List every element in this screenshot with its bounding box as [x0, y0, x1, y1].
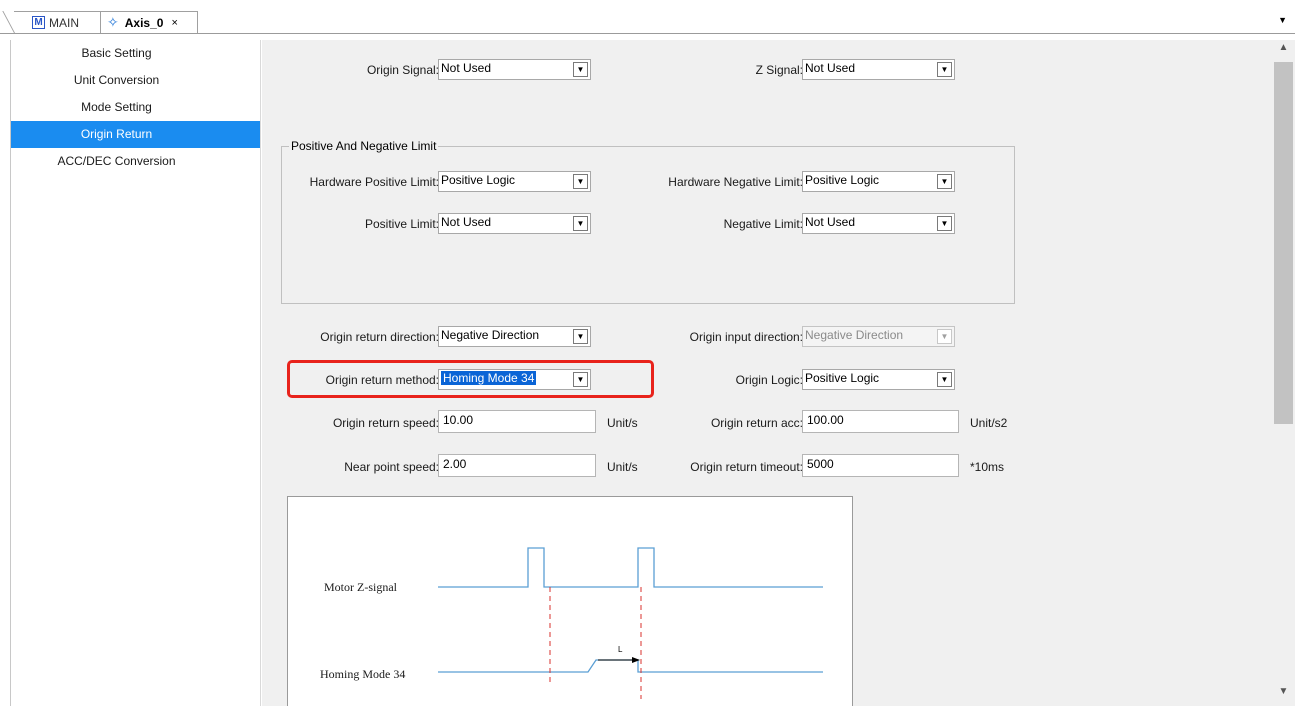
positive-limit-select[interactable]: Not Used ▼ — [438, 213, 591, 234]
dropdown-arrow-icon: ▼ — [573, 174, 588, 189]
near-speed-input[interactable]: 2.00 — [438, 454, 596, 477]
input-direction-value: Negative Direction — [805, 328, 904, 342]
distance-label: L — [618, 645, 623, 654]
tab-edge — [2, 11, 32, 33]
arrowhead-icon — [632, 657, 640, 663]
homing-diagram: Motor Z-signal Homing Mode 34 L — [287, 496, 853, 706]
hw-positive-limit-label: Hardware Positive Limit: — [309, 175, 439, 189]
timeout-input[interactable]: 5000 — [802, 454, 959, 477]
origin-logic-select[interactable]: Positive Logic ▼ — [802, 369, 955, 390]
return-direction-value: Negative Direction — [441, 328, 540, 342]
dropdown-arrow-icon: ▼ — [937, 174, 952, 189]
sidebar-item-basic-setting[interactable]: Basic Setting — [11, 40, 260, 67]
return-acc-input[interactable]: 100.00 — [802, 410, 959, 433]
tab-bar: M MAIN ✧ Axis_0 × ▼ — [0, 0, 1295, 34]
hw-negative-limit-value: Positive Logic — [805, 173, 880, 187]
positive-limit-label: Positive Limit: — [364, 217, 439, 231]
input-direction-select: Negative Direction ▼ — [802, 326, 955, 347]
gear-icon: ✧ — [107, 14, 119, 30]
z-signal-value: Not Used — [805, 61, 856, 75]
return-method-value: Homing Mode 34 — [441, 371, 537, 385]
signal-timing-graphic: L — [438, 547, 823, 699]
origin-signal-value: Not Used — [441, 61, 492, 75]
main-program-icon: M — [32, 16, 45, 29]
return-acc-unit: Unit/s2 — [970, 416, 1008, 430]
timeout-unit: *10ms — [970, 460, 1005, 474]
negative-limit-value: Not Used — [805, 215, 856, 229]
negative-limit-select[interactable]: Not Used ▼ — [802, 213, 955, 234]
sidebar-item-unit-conversion[interactable]: Unit Conversion — [11, 67, 260, 94]
homing-waveform — [438, 659, 823, 673]
return-acc-label: Origin return acc: — [710, 416, 803, 430]
sidebar-item-mode-setting[interactable]: Mode Setting — [11, 94, 260, 121]
return-direction-select[interactable]: Negative Direction ▼ — [438, 326, 591, 347]
dropdown-arrow-icon: ▼ — [573, 216, 588, 231]
dropdown-arrow-icon: ▼ — [937, 372, 952, 387]
hw-positive-limit-select[interactable]: Positive Logic ▼ — [438, 171, 591, 192]
close-icon[interactable]: × — [171, 17, 177, 29]
timeout-label: Origin return timeout: — [690, 460, 803, 474]
return-speed-input[interactable]: 10.00 — [438, 410, 596, 433]
dropdown-arrow-icon: ▼ — [573, 62, 588, 77]
near-speed-label: Near point speed: — [344, 460, 439, 474]
z-signal-waveform — [438, 547, 823, 588]
tab-list-dropdown-icon[interactable]: ▼ — [1278, 15, 1287, 25]
origin-signal-label: Origin Signal: — [366, 63, 439, 77]
return-speed-unit: Unit/s — [607, 416, 638, 430]
z-signal-select[interactable]: Not Used ▼ — [802, 59, 955, 80]
return-direction-label: Origin return direction: — [320, 330, 439, 344]
origin-logic-value: Positive Logic — [805, 371, 880, 385]
settings-panel: Origin Signal: Not Used ▼ Z Signal: Not … — [262, 40, 1272, 706]
return-speed-label: Origin return speed: — [332, 416, 439, 430]
input-direction-label: Origin input direction: — [689, 330, 803, 344]
return-method-label: Origin return method: — [325, 373, 439, 387]
origin-logic-label: Origin Logic: — [735, 373, 803, 387]
hw-negative-limit-label: Hardware Negative Limit: — [668, 175, 803, 189]
limit-group-title: Positive And Negative Limit — [289, 139, 439, 153]
tab-axis[interactable]: ✧ Axis_0 × — [100, 11, 198, 33]
dropdown-arrow-icon: ▼ — [573, 329, 588, 344]
vertical-scrollbar[interactable]: ▲ ▼ — [1272, 40, 1295, 706]
negative-limit-label: Negative Limit: — [723, 217, 803, 231]
scroll-down-icon[interactable]: ▼ — [1272, 686, 1295, 704]
dropdown-arrow-icon: ▼ — [573, 372, 588, 387]
sidebar-item-acc-dec-conversion[interactable]: ACC/DEC Conversion — [11, 148, 260, 175]
near-speed-unit: Unit/s — [607, 460, 638, 474]
dropdown-arrow-icon: ▼ — [937, 62, 952, 77]
tab-main-label: MAIN — [49, 15, 79, 30]
origin-signal-select[interactable]: Not Used ▼ — [438, 59, 591, 80]
tab-axis-label: Axis_0 — [124, 15, 164, 30]
hw-positive-limit-value: Positive Logic — [441, 173, 516, 187]
dropdown-arrow-icon: ▼ — [937, 216, 952, 231]
hw-negative-limit-select[interactable]: Positive Logic ▼ — [802, 171, 955, 192]
settings-sidebar: Basic Setting Unit Conversion Mode Setti… — [11, 40, 261, 706]
dropdown-arrow-icon: ▼ — [937, 329, 952, 344]
sidebar-item-origin-return[interactable]: Origin Return — [11, 121, 260, 148]
tab-divider — [0, 33, 1295, 34]
positive-limit-value: Not Used — [441, 215, 492, 229]
return-method-select[interactable]: Homing Mode 34 ▼ — [438, 369, 591, 390]
z-signal-label: Z Signal: — [755, 63, 803, 77]
tab-main[interactable]: M MAIN — [2, 11, 100, 33]
scrollbar-thumb[interactable] — [1274, 62, 1293, 424]
scroll-up-icon[interactable]: ▲ — [1272, 42, 1295, 60]
